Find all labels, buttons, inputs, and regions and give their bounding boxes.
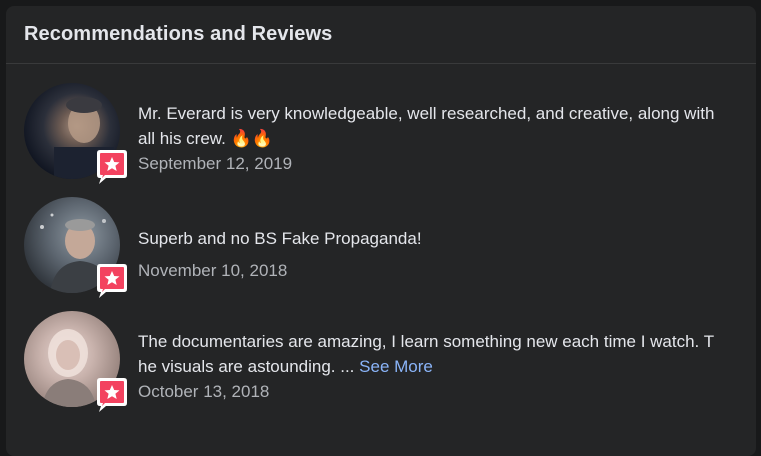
review-item: Superb and no BS Fake Propaganda! Novemb…	[6, 197, 756, 298]
see-more-link[interactable]: See More	[359, 357, 433, 376]
review-text: Superb and no BS Fake Propaganda!	[138, 229, 422, 248]
review-date[interactable]: September 12, 2019	[138, 153, 292, 175]
reviewer-avatar[interactable]	[24, 311, 127, 412]
recommend-star-icon	[97, 378, 127, 412]
card-header: Recommendations and Reviews	[6, 6, 756, 64]
reviewer-avatar[interactable]	[24, 83, 127, 184]
recommend-star-icon	[97, 150, 127, 184]
review-date[interactable]: November 10, 2018	[138, 260, 287, 282]
recommendations-card: Recommendations and Reviews Mr. Everard …	[6, 6, 756, 456]
review-text: Mr. Everard is very knowledgeable, well …	[138, 104, 715, 148]
card-title: Recommendations and Reviews	[24, 23, 333, 45]
recommend-star-icon	[97, 264, 127, 298]
review-date[interactable]: October 13, 2018	[138, 381, 269, 403]
review-item: Mr. Everard is very knowledgeable, well …	[6, 83, 756, 184]
review-item: The documentaries are amazing, I learn s…	[6, 311, 756, 412]
review-text: The documentaries are amazing, I learn s…	[138, 332, 715, 376]
reviewer-avatar[interactable]	[24, 197, 127, 298]
